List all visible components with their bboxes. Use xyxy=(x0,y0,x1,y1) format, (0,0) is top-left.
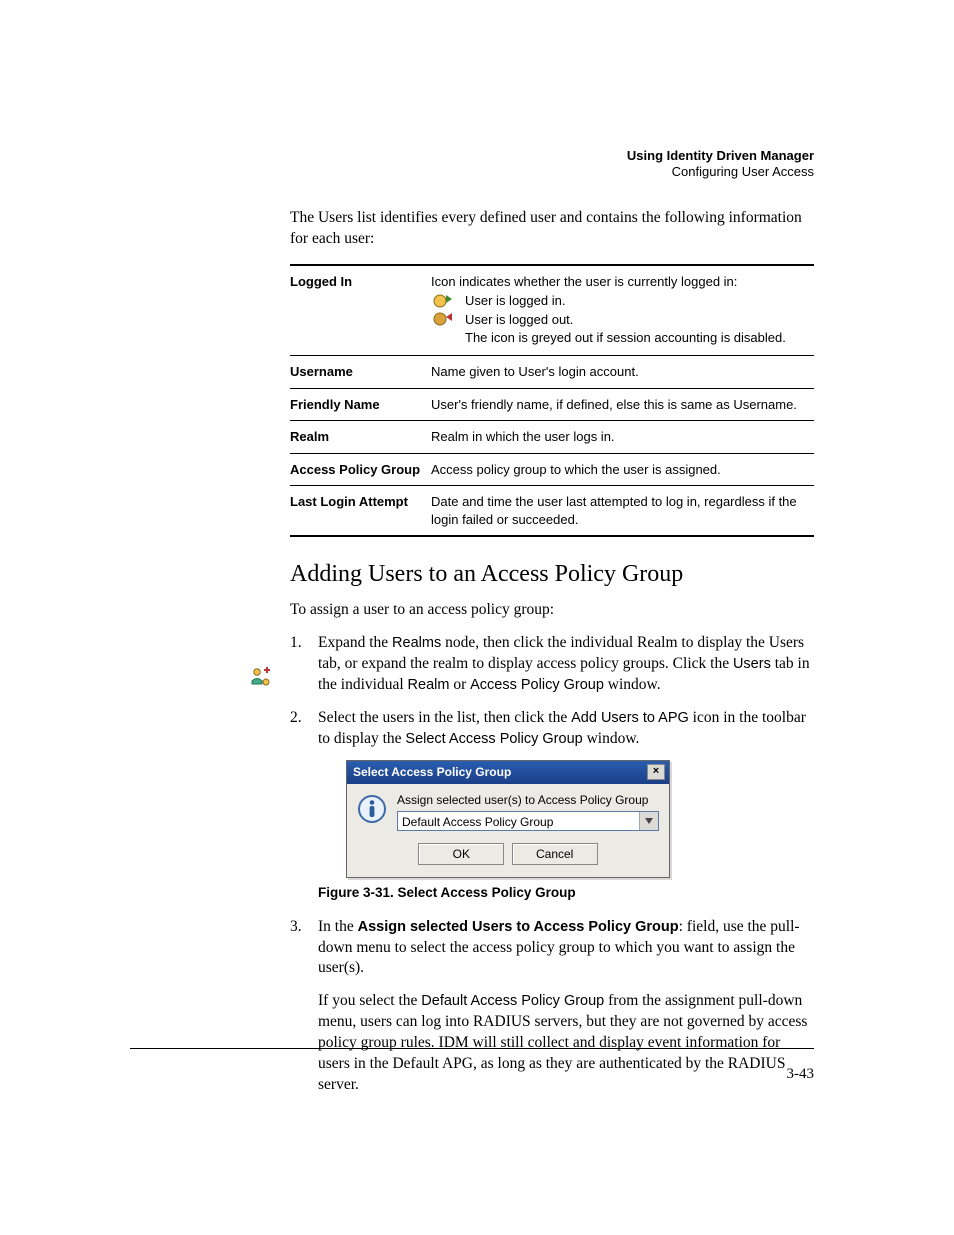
table-row: Username Name given to User's login acco… xyxy=(290,356,814,389)
page: Using Identity Driven Manager Configurin… xyxy=(0,0,954,1235)
logged-out-line: User is logged out. xyxy=(465,311,808,329)
toolbar-add-users-icon xyxy=(250,666,272,688)
info-icon xyxy=(357,794,387,824)
desc-last-login: Date and time the user last attempted to… xyxy=(431,486,814,537)
table-row: Friendly Name User's friendly name, if d… xyxy=(290,388,814,421)
section-intro: To assign a user to an access policy gro… xyxy=(290,600,814,621)
users-tab: Users xyxy=(733,656,771,672)
figure-caption: Figure 3-31. Select Access Policy Group xyxy=(318,884,814,902)
apg-window: Access Policy Group xyxy=(470,677,604,693)
apg-combobox[interactable]: Default Access Policy Group xyxy=(397,811,659,831)
section-heading: Adding Users to an Access Policy Group xyxy=(290,561,814,588)
footer-rule xyxy=(130,1048,814,1049)
term-realm: Realm xyxy=(290,421,431,454)
ok-button[interactable]: OK xyxy=(418,843,504,865)
table-row: Last Login Attempt Date and time the use… xyxy=(290,486,814,537)
table-row: Realm Realm in which the user logs in. xyxy=(290,421,814,454)
step-number: 3. xyxy=(290,917,302,938)
close-button[interactable]: × xyxy=(647,764,665,780)
cancel-button[interactable]: Cancel xyxy=(512,843,598,865)
realms-node: Realms xyxy=(392,635,441,651)
desc-username: Name given to User's login account. xyxy=(431,356,814,389)
step-3: 3. In the Assign selected Users to Acces… xyxy=(290,917,814,1096)
select-apg-dialog: Select Access Policy Group × xyxy=(346,760,670,879)
dialog-title: Select Access Policy Group xyxy=(353,764,511,780)
step-number: 1. xyxy=(290,633,302,654)
assign-field-label: Assign selected Users to Access Policy G… xyxy=(358,919,679,935)
page-number: 3-43 xyxy=(787,1066,815,1083)
apg-combobox-value: Default Access Policy Group xyxy=(398,812,639,830)
desc-realm: Realm in which the user logs in. xyxy=(431,421,814,454)
desc-apg: Access policy group to which the user is… xyxy=(431,453,814,486)
field-definitions-table: Logged In Icon indicates whether the use… xyxy=(290,264,814,537)
doc-title: Using Identity Driven Manager xyxy=(627,148,814,164)
table-row: Access Policy Group Access policy group … xyxy=(290,453,814,486)
assign-label: Assign selected user(s) to Access Policy… xyxy=(397,792,659,808)
chevron-down-icon[interactable] xyxy=(639,812,658,830)
intro-text: The Users list identifies every defined … xyxy=(290,208,814,250)
logged-in-lead: Icon indicates whether the user is curre… xyxy=(431,273,808,291)
add-users-to-apg-tool: Add Users to APG xyxy=(571,710,689,726)
table-row: Logged In Icon indicates whether the use… xyxy=(290,265,814,356)
desc-friendly: User's friendly name, if defined, else t… xyxy=(431,388,814,421)
default-apg: Default Access Policy Group xyxy=(421,993,604,1009)
doc-subtitle: Configuring User Access xyxy=(627,164,814,180)
step-2: 2. Select the users in the list, then cl… xyxy=(290,708,814,903)
step-1: 1. Expand the Realms node, then click th… xyxy=(290,633,814,696)
term-username: Username xyxy=(290,356,431,389)
step-number: 2. xyxy=(290,708,302,729)
term-apg: Access Policy Group xyxy=(290,453,431,486)
desc-logged-in: Icon indicates whether the user is curre… xyxy=(431,265,814,356)
steps-list: 1. Expand the Realms node, then click th… xyxy=(290,633,814,1096)
term-logged-in: Logged In xyxy=(290,265,431,356)
logged-in-line: User is logged in. xyxy=(465,292,808,310)
term-last-login: Last Login Attempt xyxy=(290,486,431,537)
dialog-titlebar: Select Access Policy Group × xyxy=(347,761,669,784)
content: The Users list identifies every defined … xyxy=(290,208,814,1096)
login-status-icon xyxy=(431,292,457,333)
logged-grey-line: The icon is greyed out if session accoun… xyxy=(465,329,808,347)
figure-dialog: Select Access Policy Group × xyxy=(346,760,814,879)
realm-window: Realm xyxy=(408,677,450,693)
term-friendly: Friendly Name xyxy=(290,388,431,421)
select-apg-window-name: Select Access Policy Group xyxy=(405,731,582,747)
running-header: Using Identity Driven Manager Configurin… xyxy=(627,148,814,181)
